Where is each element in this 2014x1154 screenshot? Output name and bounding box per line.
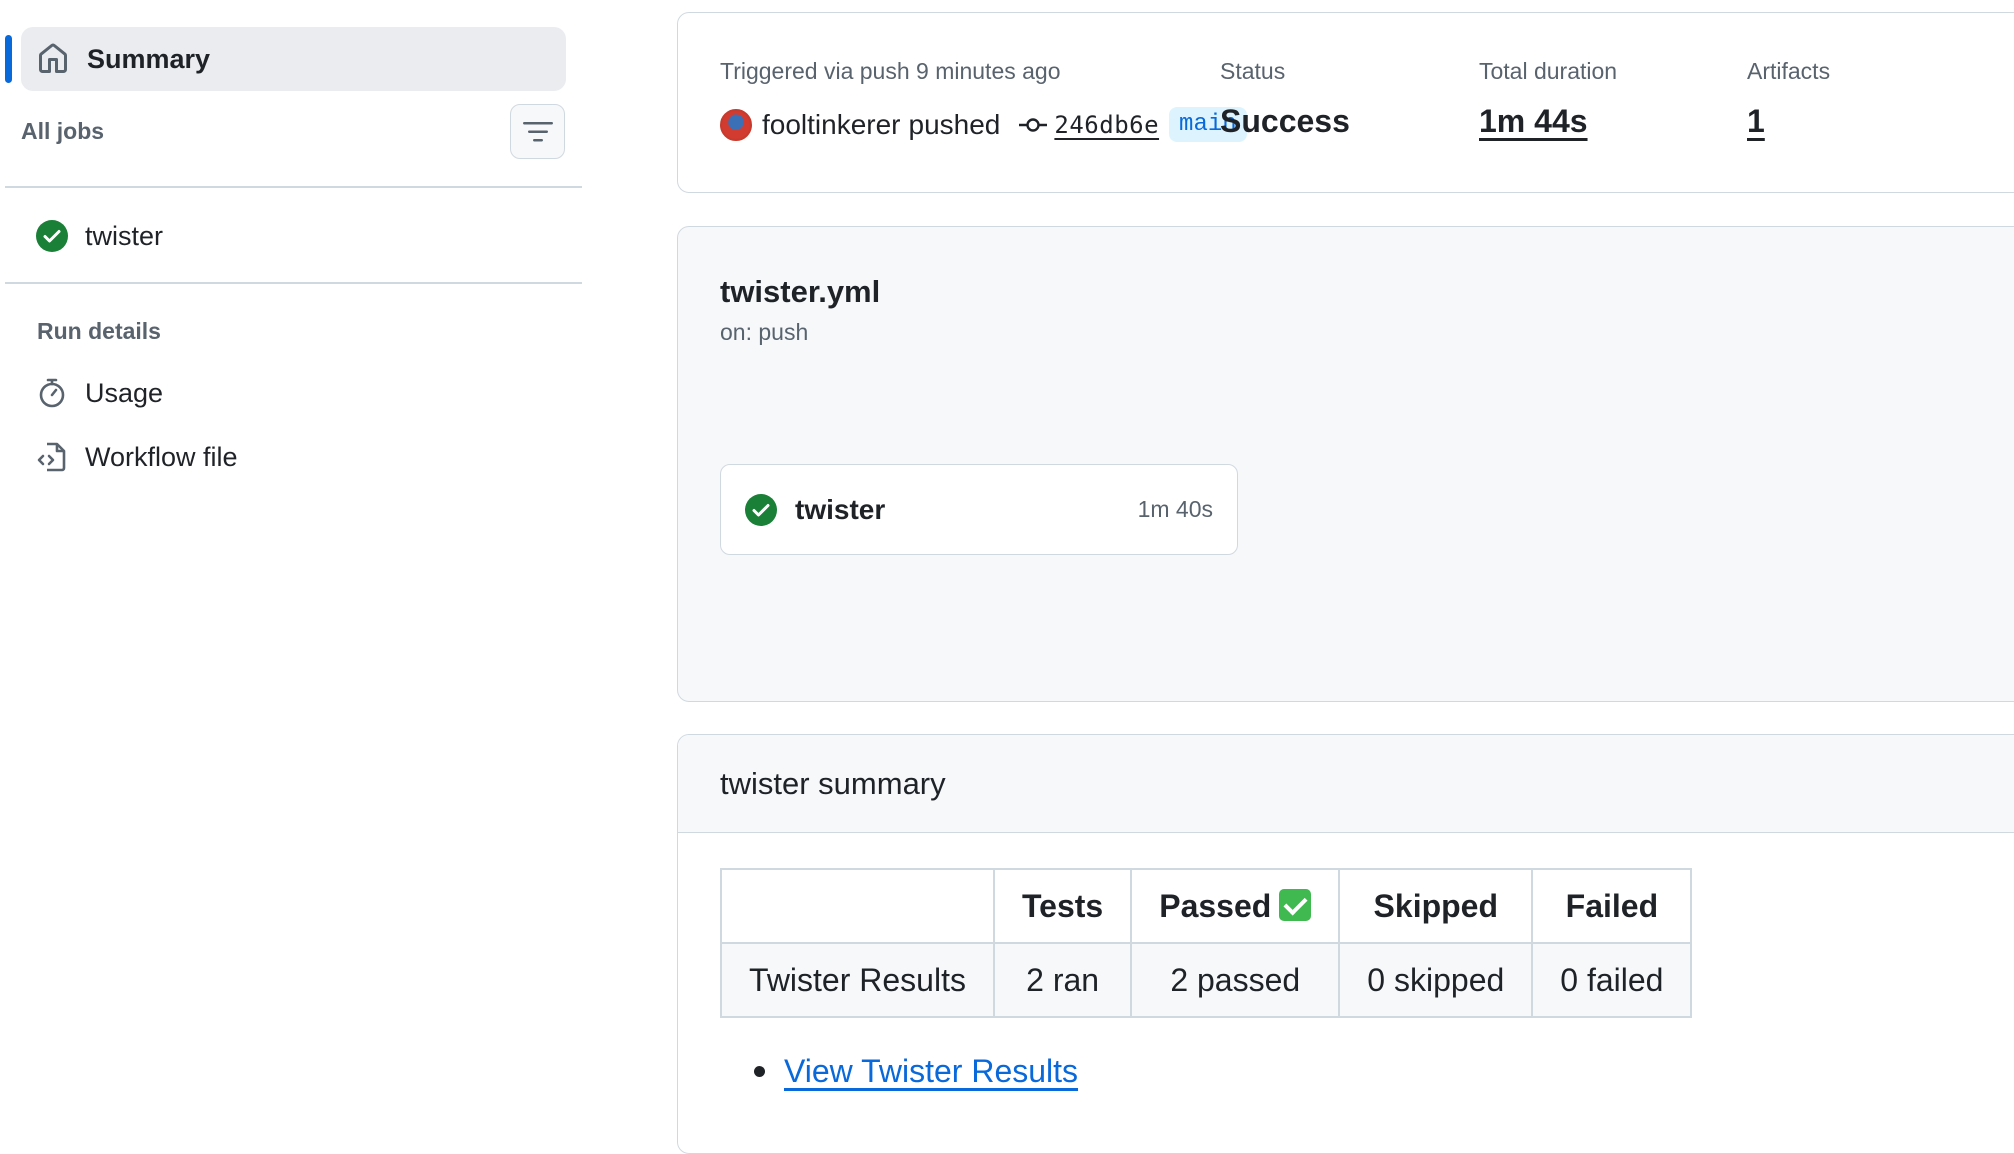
avatar[interactable] bbox=[720, 108, 752, 141]
filter-icon bbox=[522, 121, 553, 143]
table-header-cell: Passed bbox=[1130, 868, 1341, 944]
sidebar-workflow-file-label: Workflow file bbox=[85, 441, 238, 472]
actor-row: fooltinkerer pushed 246db6e main bbox=[720, 107, 1247, 142]
status-label: Status bbox=[1220, 58, 1286, 84]
table-cell: 0 skipped bbox=[1338, 942, 1534, 1018]
stopwatch-icon bbox=[36, 377, 68, 409]
table-header-cell: Skipped bbox=[1338, 868, 1534, 944]
table-row: Twister Results 2 ran 2 passed 0 skipped… bbox=[720, 942, 1693, 1018]
sidebar-divider bbox=[5, 282, 582, 284]
passed-header-label: Passed bbox=[1159, 887, 1272, 924]
sidebar: Summary All jobs twister Run details Usa… bbox=[0, 0, 590, 1102]
table-cell: 2 ran bbox=[992, 942, 1133, 1018]
table-header-cell: Failed bbox=[1531, 868, 1693, 944]
job-name: twister bbox=[795, 493, 886, 525]
sidebar-summary-label: Summary bbox=[87, 43, 211, 74]
summary-title: twister summary bbox=[720, 765, 946, 801]
run-details-heading: Run details bbox=[37, 318, 161, 344]
view-twister-results-link[interactable]: View Twister Results bbox=[784, 1053, 1078, 1090]
duration-label: Total duration bbox=[1479, 58, 1618, 84]
table-cell: 0 failed bbox=[1531, 942, 1693, 1018]
status-value: Success bbox=[1220, 103, 1350, 139]
table-header-cell: Tests bbox=[992, 868, 1133, 944]
table-cell: 2 passed bbox=[1130, 942, 1341, 1018]
actor-name[interactable]: fooltinkerer bbox=[762, 109, 901, 141]
check-circle-icon bbox=[36, 220, 68, 252]
trigger-text: Triggered via push 9 minutes ago bbox=[720, 58, 1061, 84]
sidebar-item-usage[interactable]: Usage bbox=[36, 377, 163, 409]
sidebar-usage-label: Usage bbox=[85, 377, 164, 408]
artifacts-count-link[interactable]: 1 bbox=[1747, 103, 1830, 140]
list-bullet bbox=[754, 1066, 765, 1077]
git-commit-icon bbox=[1018, 115, 1048, 135]
check-circle-icon bbox=[745, 493, 777, 526]
file-code-icon bbox=[36, 441, 68, 473]
commit-sha-link[interactable]: 246db6e bbox=[1054, 111, 1159, 139]
artifacts-label: Artifacts bbox=[1747, 58, 1831, 84]
run-info-panel: Triggered via push 9 minutes ago fooltin… bbox=[677, 12, 2014, 193]
results-table: Tests Passed Skipped Failed Twister Resu… bbox=[720, 868, 1693, 1018]
job-card-twister[interactable]: twister 1m 40s bbox=[720, 464, 1238, 555]
sidebar-divider bbox=[5, 186, 582, 188]
table-header-row: Tests Passed Skipped Failed bbox=[720, 868, 1693, 944]
table-header-cell bbox=[720, 868, 995, 944]
sidebar-item-workflow-file[interactable]: Workflow file bbox=[36, 441, 238, 473]
all-jobs-heading: All jobs bbox=[21, 118, 105, 144]
results-link-list: View Twister Results bbox=[754, 1053, 1078, 1090]
check-mark-icon bbox=[1279, 888, 1312, 921]
duration-value-link[interactable]: 1m 44s bbox=[1479, 103, 1617, 140]
table-cell: Twister Results bbox=[720, 942, 995, 1018]
status-stat: Status Success bbox=[1220, 58, 1350, 140]
duration-stat: Total duration 1m 44s bbox=[1479, 58, 1617, 140]
sidebar-job-twister[interactable]: twister bbox=[36, 220, 163, 252]
workflow-graph-panel: twister.yml on: push twister 1m 40s bbox=[677, 226, 2014, 702]
job-summary-panel: twister summary Tests Passed Skipped Fai… bbox=[677, 734, 2014, 1154]
artifacts-stat: Artifacts 1 bbox=[1747, 58, 1830, 140]
sidebar-job-label: twister bbox=[85, 220, 164, 251]
job-duration: 1m 40s bbox=[1137, 496, 1213, 522]
summary-header: twister summary bbox=[678, 735, 2014, 833]
filter-jobs-button[interactable] bbox=[510, 104, 565, 159]
active-indicator bbox=[5, 35, 12, 83]
workflow-trigger: on: push bbox=[720, 319, 809, 345]
sidebar-item-summary[interactable]: Summary bbox=[21, 27, 566, 91]
workflow-file-title: twister.yml bbox=[720, 274, 881, 309]
push-action: pushed bbox=[908, 108, 1001, 140]
home-icon bbox=[37, 43, 69, 75]
